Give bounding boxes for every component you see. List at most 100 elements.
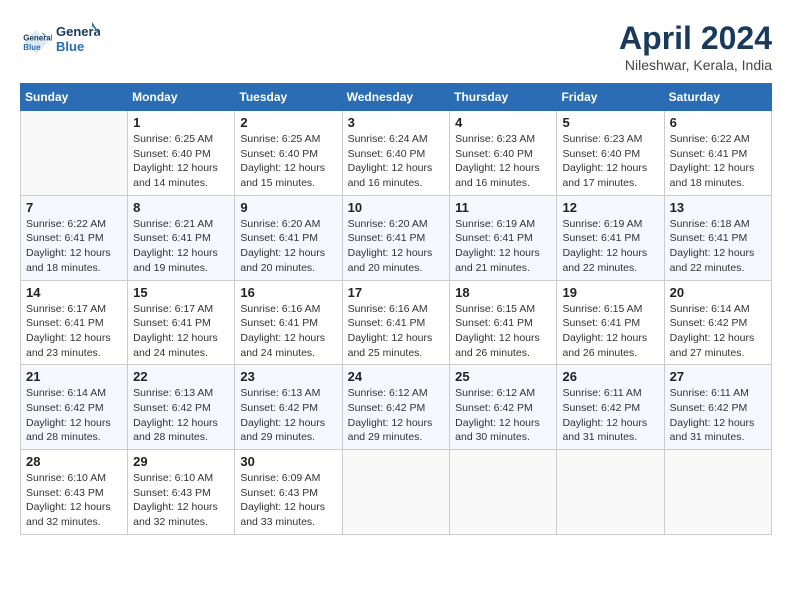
calendar-cell: 21Sunrise: 6:14 AM Sunset: 6:42 PM Dayli… xyxy=(21,365,128,450)
calendar-cell: 18 Sunrise: 6:15 AM Sunset: 6:41 PM Dayli… xyxy=(450,280,557,365)
day-info: Sunrise: 6:13 AM Sunset: 6:42 PM Dayligh… xyxy=(133,386,229,445)
general-blue-logo-svg: General Blue xyxy=(56,20,100,58)
day-number: 26 xyxy=(562,369,658,384)
day-number: 11 xyxy=(455,200,551,215)
calendar-week-3: 14 Sunrise: 6:17 AM Sunset: 6:41 PM Dayli… xyxy=(21,280,772,365)
day-number: 28 xyxy=(26,454,122,469)
day-number: 15 xyxy=(133,285,229,300)
day-info: Sunrise: 6:18 AM Sunset: 6:41 PM Dayligh… xyxy=(670,217,766,276)
weekday-header-sunday: Sunday xyxy=(21,84,128,111)
calendar-cell: 10 Sunrise: 6:20 AM Sunset: 6:41 PM Dayli… xyxy=(342,195,450,280)
day-info: Sunrise: 6:16 AM Sunset: 6:41 PM Dayligh… xyxy=(348,302,445,361)
day-number: 23 xyxy=(240,369,336,384)
day-number: 3 xyxy=(348,115,445,130)
day-number: 22 xyxy=(133,369,229,384)
day-number: 4 xyxy=(455,115,551,130)
svg-text:Blue: Blue xyxy=(56,39,84,54)
calendar-cell: 15 Sunrise: 6:17 AM Sunset: 6:41 PM Dayli… xyxy=(128,280,235,365)
calendar-cell: 14 Sunrise: 6:17 AM Sunset: 6:41 PM Dayli… xyxy=(21,280,128,365)
day-number: 6 xyxy=(670,115,766,130)
day-number: 2 xyxy=(240,115,336,130)
calendar-table: SundayMondayTuesdayWednesdayThursdayFrid… xyxy=(20,83,772,535)
day-info: Sunrise: 6:15 AM Sunset: 6:41 PM Dayligh… xyxy=(455,302,551,361)
calendar-cell: 11 Sunrise: 6:19 AM Sunset: 6:41 PM Dayli… xyxy=(450,195,557,280)
calendar-cell: 12Sunrise: 6:19 AM Sunset: 6:41 PM Dayli… xyxy=(557,195,664,280)
day-number: 14 xyxy=(26,285,122,300)
calendar-week-4: 21Sunrise: 6:14 AM Sunset: 6:42 PM Dayli… xyxy=(21,365,772,450)
calendar-cell xyxy=(342,450,450,535)
calendar-cell: 2 Sunrise: 6:25 AM Sunset: 6:40 PM Daylig… xyxy=(235,111,342,196)
calendar-cell: 29Sunrise: 6:10 AM Sunset: 6:43 PM Dayli… xyxy=(128,450,235,535)
day-info: Sunrise: 6:12 AM Sunset: 6:42 PM Dayligh… xyxy=(348,386,445,445)
calendar-cell: 24 Sunrise: 6:12 AM Sunset: 6:42 PM Dayli… xyxy=(342,365,450,450)
day-info: Sunrise: 6:11 AM Sunset: 6:42 PM Dayligh… xyxy=(562,386,658,445)
calendar-cell xyxy=(664,450,771,535)
title-block: April 2024 Nileshwar, Kerala, India xyxy=(619,20,772,73)
weekday-header-monday: Monday xyxy=(128,84,235,111)
calendar-cell: 22 Sunrise: 6:13 AM Sunset: 6:42 PM Dayli… xyxy=(128,365,235,450)
day-number: 7 xyxy=(26,200,122,215)
calendar-cell xyxy=(557,450,664,535)
day-number: 8 xyxy=(133,200,229,215)
calendar-cell xyxy=(21,111,128,196)
calendar-cell: 4 Sunrise: 6:23 AM Sunset: 6:40 PM Daylig… xyxy=(450,111,557,196)
day-number: 30 xyxy=(240,454,336,469)
day-info: Sunrise: 6:12 AM Sunset: 6:42 PM Dayligh… xyxy=(455,386,551,445)
day-info: Sunrise: 6:17 AM Sunset: 6:41 PM Dayligh… xyxy=(133,302,229,361)
day-info: Sunrise: 6:19 AM Sunset: 6:41 PM Dayligh… xyxy=(455,217,551,276)
day-number: 12 xyxy=(562,200,658,215)
day-number: 20 xyxy=(670,285,766,300)
calendar-week-2: 7 Sunrise: 6:22 AM Sunset: 6:41 PM Daylig… xyxy=(21,195,772,280)
day-info: Sunrise: 6:16 AM Sunset: 6:41 PM Dayligh… xyxy=(240,302,336,361)
calendar-cell xyxy=(450,450,557,535)
calendar-cell: 8 Sunrise: 6:21 AM Sunset: 6:41 PM Daylig… xyxy=(128,195,235,280)
day-info: Sunrise: 6:20 AM Sunset: 6:41 PM Dayligh… xyxy=(240,217,336,276)
calendar-cell: 23 Sunrise: 6:13 AM Sunset: 6:42 PM Dayli… xyxy=(235,365,342,450)
month-title: April 2024 xyxy=(619,20,772,57)
day-info: Sunrise: 6:24 AM Sunset: 6:40 PM Dayligh… xyxy=(348,132,445,191)
day-number: 16 xyxy=(240,285,336,300)
weekday-header-friday: Friday xyxy=(557,84,664,111)
day-info: Sunrise: 6:10 AM Sunset: 6:43 PM Dayligh… xyxy=(26,471,122,530)
day-info: Sunrise: 6:21 AM Sunset: 6:41 PM Dayligh… xyxy=(133,217,229,276)
weekday-header-row: SundayMondayTuesdayWednesdayThursdayFrid… xyxy=(21,84,772,111)
day-number: 25 xyxy=(455,369,551,384)
calendar-cell: 9 Sunrise: 6:20 AM Sunset: 6:41 PM Daylig… xyxy=(235,195,342,280)
day-number: 18 xyxy=(455,285,551,300)
calendar-cell: 1Sunrise: 6:25 AM Sunset: 6:40 PM Daylig… xyxy=(128,111,235,196)
day-info: Sunrise: 6:09 AM Sunset: 6:43 PM Dayligh… xyxy=(240,471,336,530)
calendar-cell: 30 Sunrise: 6:09 AM Sunset: 6:43 PM Dayli… xyxy=(235,450,342,535)
page-header: General Blue General Blue April 2024 Nil… xyxy=(20,20,772,73)
calendar-week-1: 1Sunrise: 6:25 AM Sunset: 6:40 PM Daylig… xyxy=(21,111,772,196)
day-number: 10 xyxy=(348,200,445,215)
calendar-cell: 3 Sunrise: 6:24 AM Sunset: 6:40 PM Daylig… xyxy=(342,111,450,196)
day-info: Sunrise: 6:13 AM Sunset: 6:42 PM Dayligh… xyxy=(240,386,336,445)
day-info: Sunrise: 6:15 AM Sunset: 6:41 PM Dayligh… xyxy=(562,302,658,361)
day-info: Sunrise: 6:11 AM Sunset: 6:42 PM Dayligh… xyxy=(670,386,766,445)
calendar-cell: 19 Sunrise: 6:15 AM Sunset: 6:41 PM Dayli… xyxy=(557,280,664,365)
calendar-cell: 6 Sunrise: 6:22 AM Sunset: 6:41 PM Daylig… xyxy=(664,111,771,196)
calendar-cell: 7 Sunrise: 6:22 AM Sunset: 6:41 PM Daylig… xyxy=(21,195,128,280)
day-number: 29 xyxy=(133,454,229,469)
day-number: 19 xyxy=(562,285,658,300)
day-info: Sunrise: 6:22 AM Sunset: 6:41 PM Dayligh… xyxy=(26,217,122,276)
day-number: 9 xyxy=(240,200,336,215)
calendar-cell: 17 Sunrise: 6:16 AM Sunset: 6:41 PM Dayli… xyxy=(342,280,450,365)
day-info: Sunrise: 6:14 AM Sunset: 6:42 PM Dayligh… xyxy=(670,302,766,361)
day-number: 17 xyxy=(348,285,445,300)
weekday-header-thursday: Thursday xyxy=(450,84,557,111)
logo: General Blue General Blue xyxy=(20,20,104,63)
day-number: 5 xyxy=(562,115,658,130)
day-number: 27 xyxy=(670,369,766,384)
day-info: Sunrise: 6:20 AM Sunset: 6:41 PM Dayligh… xyxy=(348,217,445,276)
day-info: Sunrise: 6:17 AM Sunset: 6:41 PM Dayligh… xyxy=(26,302,122,361)
day-info: Sunrise: 6:23 AM Sunset: 6:40 PM Dayligh… xyxy=(455,132,551,191)
calendar-cell: 28 Sunrise: 6:10 AM Sunset: 6:43 PM Dayli… xyxy=(21,450,128,535)
day-info: Sunrise: 6:25 AM Sunset: 6:40 PM Dayligh… xyxy=(133,132,229,191)
calendar-cell: 5Sunrise: 6:23 AM Sunset: 6:40 PM Daylig… xyxy=(557,111,664,196)
day-number: 24 xyxy=(348,369,445,384)
day-info: Sunrise: 6:25 AM Sunset: 6:40 PM Dayligh… xyxy=(240,132,336,191)
weekday-header-tuesday: Tuesday xyxy=(235,84,342,111)
day-info: Sunrise: 6:22 AM Sunset: 6:41 PM Dayligh… xyxy=(670,132,766,191)
calendar-cell: 16 Sunrise: 6:16 AM Sunset: 6:41 PM Dayli… xyxy=(235,280,342,365)
